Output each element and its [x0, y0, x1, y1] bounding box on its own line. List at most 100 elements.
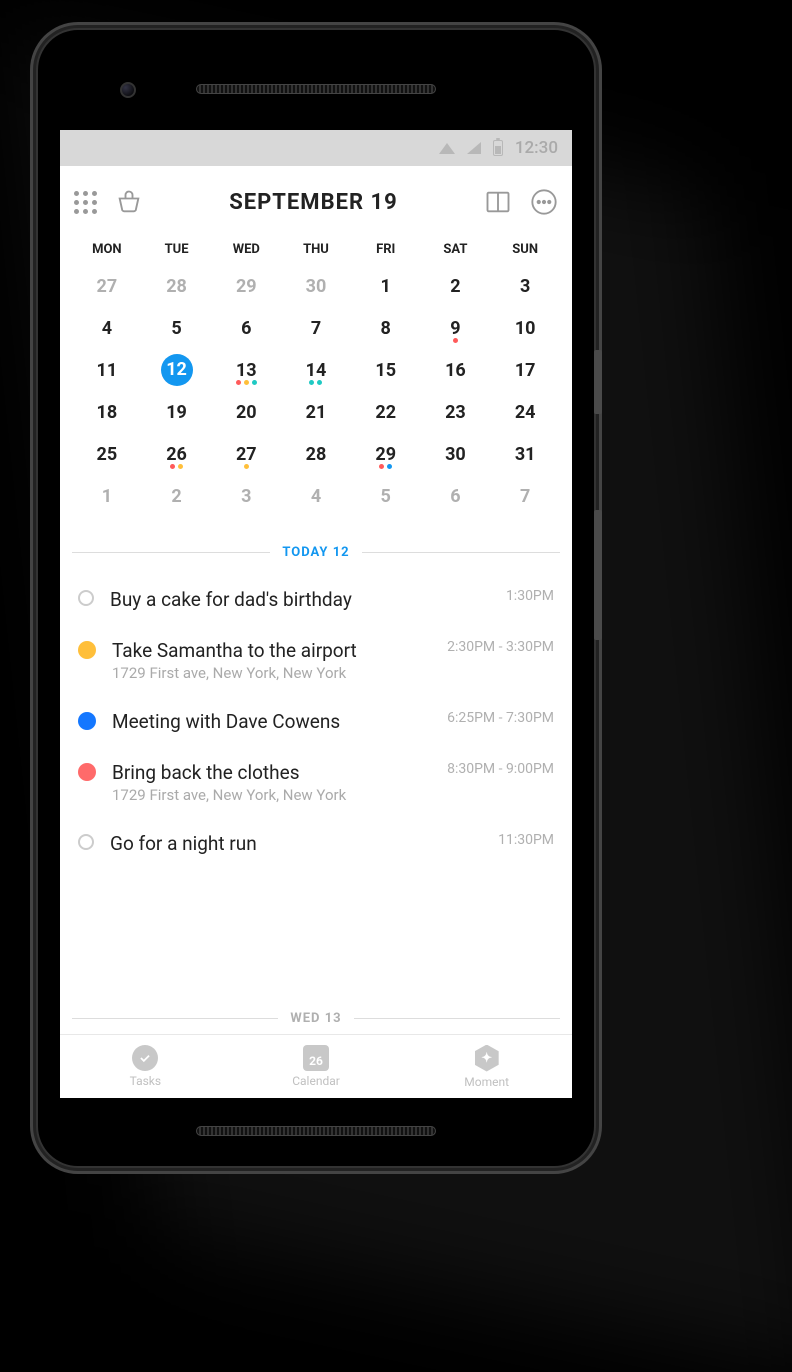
month-title: SEPTEMBER 19: [229, 190, 398, 215]
calendar-day[interactable]: 28: [142, 276, 212, 297]
calendar-day[interactable]: 14: [281, 360, 351, 381]
section-today-label: TODAY 12: [282, 545, 349, 560]
calendar-day[interactable]: 1: [351, 276, 421, 297]
events-list[interactable]: Buy a cake for dad's birthday 1:30PM Take …: [60, 568, 572, 983]
basket-icon[interactable]: [115, 188, 143, 216]
calendar-day[interactable]: 29: [351, 444, 421, 465]
volume-button: [594, 510, 602, 640]
calendar-day[interactable]: 3: [490, 276, 560, 297]
status-bar: 12:30: [60, 130, 572, 166]
phone-frame: 12:30 SEPTEMBER 19: [36, 28, 596, 1168]
calendar-day[interactable]: 7: [490, 486, 560, 507]
calendar-day[interactable]: 7: [281, 318, 351, 339]
calendar-day[interactable]: 18: [72, 402, 142, 423]
tasks-icon: [132, 1045, 158, 1071]
calendar-day[interactable]: 4: [72, 318, 142, 339]
event-item[interactable]: Take Samantha to the airport1729 First a…: [78, 625, 554, 696]
phone-speaker: [196, 84, 436, 94]
event-time: 6:25PM - 7:30PM: [447, 710, 554, 726]
weekday-label: SUN: [490, 242, 560, 257]
event-time: 2:30PM - 3:30PM: [447, 639, 554, 655]
section-next-label: WED 13: [290, 1011, 341, 1026]
calendar-day[interactable]: 12: [142, 354, 212, 386]
event-title: Bring back the clothes: [112, 761, 431, 784]
event-title: Buy a cake for dad's birthday: [110, 588, 490, 611]
calendar-day[interactable]: 20: [211, 402, 281, 423]
calendar-day[interactable]: 2: [142, 486, 212, 507]
event-title: Meeting with Dave Cowens: [112, 710, 431, 733]
weekday-label: WED: [211, 242, 281, 257]
calendar-day[interactable]: 28: [281, 444, 351, 465]
event-title: Take Samantha to the airport: [112, 639, 431, 662]
calendar-day[interactable]: 13: [211, 360, 281, 381]
calendar-day[interactable]: 6: [211, 318, 281, 339]
calendar-day[interactable]: 3: [211, 486, 281, 507]
event-indicator-dots: [142, 464, 212, 469]
calendar-day[interactable]: 22: [351, 402, 421, 423]
calendar-day[interactable]: 8: [351, 318, 421, 339]
screen: 12:30 SEPTEMBER 19: [60, 130, 572, 1098]
calendar-day[interactable]: 5: [351, 486, 421, 507]
event-color-dot: [78, 590, 94, 606]
calendar-day[interactable]: 10: [490, 318, 560, 339]
event-time: 1:30PM: [506, 588, 554, 604]
event-time: 8:30PM - 9:00PM: [447, 761, 554, 777]
calendar-grid: MONTUEWEDTHUFRISATSUN 272829301234567891…: [60, 238, 572, 517]
calendar-day[interactable]: 16: [421, 360, 491, 381]
calendar-day[interactable]: 6: [421, 486, 491, 507]
calendar-day[interactable]: 2: [421, 276, 491, 297]
event-subtitle: 1729 First ave, New York, New York: [112, 786, 431, 804]
event-time: 11:30PM: [498, 832, 554, 848]
calendar-day[interactable]: 17: [490, 360, 560, 381]
signal-icon: [467, 142, 481, 154]
calendar-day[interactable]: 1: [72, 486, 142, 507]
moment-icon: ✦: [475, 1045, 499, 1072]
calendar-day[interactable]: 24: [490, 402, 560, 423]
weekday-label: FRI: [351, 242, 421, 257]
event-item[interactable]: Go for a night run 11:30PM: [78, 818, 554, 869]
section-today: TODAY 12: [60, 545, 572, 560]
status-time: 12:30: [515, 138, 558, 158]
event-item[interactable]: Bring back the clothes 1729 First ave, Ne…: [78, 747, 554, 818]
calendar-day[interactable]: 26: [142, 444, 212, 465]
calendar-day[interactable]: 11: [72, 360, 142, 381]
event-color-dot: [78, 763, 96, 781]
calendar-day[interactable]: 4: [281, 486, 351, 507]
event-indicator-dots: [211, 464, 281, 469]
battery-icon: [493, 140, 503, 156]
calendar-day[interactable]: 21: [281, 402, 351, 423]
nav-moment[interactable]: ✦ Moment: [401, 1035, 572, 1098]
event-color-dot: [78, 712, 96, 730]
calendar-day[interactable]: 29: [211, 276, 281, 297]
nav-tasks[interactable]: Tasks: [60, 1035, 231, 1098]
calendar-day[interactable]: 9: [421, 318, 491, 339]
calendar-day[interactable]: 23: [421, 402, 491, 423]
event-color-dot: [78, 641, 96, 659]
apps-grid-icon[interactable]: [74, 191, 97, 214]
calendar-day[interactable]: 30: [421, 444, 491, 465]
event-indicator-dots: [421, 338, 491, 343]
event-item[interactable]: Buy a cake for dad's birthday 1:30PM: [78, 574, 554, 625]
weekday-label: SAT: [421, 242, 491, 257]
section-next: WED 13: [60, 1011, 572, 1026]
nav-calendar[interactable]: 26 Calendar: [231, 1035, 402, 1098]
wifi-icon: [439, 143, 455, 154]
calendar-day[interactable]: 19: [142, 402, 212, 423]
calendar-day[interactable]: 15: [351, 360, 421, 381]
event-item[interactable]: Meeting with Dave Cowens 6:25PM - 7:30PM: [78, 696, 554, 747]
toolbar: SEPTEMBER 19: [60, 166, 572, 238]
event-title: Go for a night run: [110, 832, 482, 855]
calendar-day[interactable]: 5: [142, 318, 212, 339]
calendar-day[interactable]: 25: [72, 444, 142, 465]
weekday-label: TUE: [142, 242, 212, 257]
calendar-day[interactable]: 27: [72, 276, 142, 297]
calendar-day[interactable]: 27: [211, 444, 281, 465]
more-icon[interactable]: [530, 188, 558, 216]
event-indicator-dots: [351, 464, 421, 469]
phone-camera: [120, 82, 136, 98]
weekday-label: MON: [72, 242, 142, 257]
book-icon[interactable]: [484, 188, 512, 216]
calendar-day[interactable]: 31: [490, 444, 560, 465]
bottom-nav: Tasks 26 Calendar ✦ Moment: [60, 1034, 572, 1098]
calendar-day[interactable]: 30: [281, 276, 351, 297]
